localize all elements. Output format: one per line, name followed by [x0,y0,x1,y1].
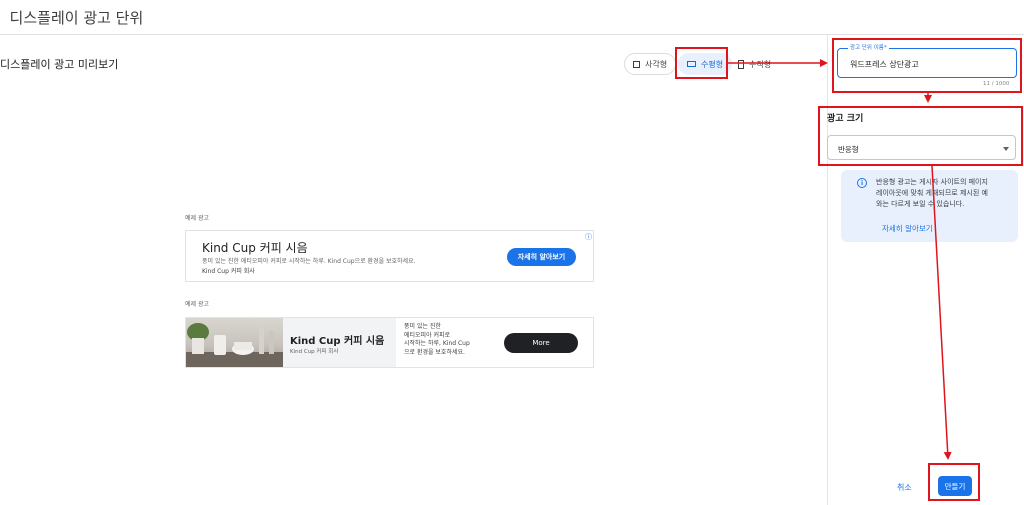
annotation-box-name [832,38,1022,93]
ad2-title: Kind Cup 커피 시음 [290,336,385,347]
ad-caption: 예제 광고 [185,215,209,222]
ad2-body-line: 시작하는 하루, Kind Cup [404,340,470,347]
annotation-box-size [818,106,1023,166]
ad2-body-line: 풍미 있는 진한 [404,323,441,330]
ad-caption-2: 예제 광고 [185,301,209,308]
ad-advertiser: Kind Cup 커피 회사 [202,268,255,275]
square-icon [633,60,640,68]
chip-square[interactable]: 사각형 [624,53,677,75]
ad2-advertiser: Kind Cup 커피 회사 [290,349,339,355]
responsive-info-box: i 반응형 광고는 게시자 사이트의 페이지 레이아웃에 맞춰 게재되므로 제시… [841,170,1018,242]
info-line: 와는 다르게 보일 수 있습니다. [876,200,965,208]
info-line: 레이아웃에 맞춰 게재되므로 제시된 예 [876,189,988,197]
ad2-body-line: 으로 환경을 보호하세요. [404,348,465,356]
annotation-box-create [928,463,980,501]
sidebar-divider [827,34,828,505]
adchoices-icon[interactable]: ⓘ [585,232,592,242]
learn-more-button[interactable]: 자세히 알아보기 [507,248,576,266]
page-title: ▏디스플레이 광고 단위 [0,9,144,27]
chip-vertical[interactable]: 수직형 [732,53,779,75]
preview-title: 디스플레이 광고 미리보기 [0,58,119,71]
ad2-body: 풍미 있는 진한 에티오피아 커피로 시작하는 하루, Kind Cup 으로 … [404,323,470,357]
coffee-photo [186,318,283,367]
info-line: 반응형 광고는 게시자 사이트의 페이지 [876,178,988,186]
example-ad-text: Kind Cup 커피 시음 풍미 있는 진한 에티오피아 커피로 시작하는 하… [185,230,594,282]
example-ad-image: Kind Cup 커피 시음 Kind Cup 커피 회사 풍미 있는 진한 에… [185,317,594,368]
ad-description: 풍미 있는 진한 에티오피아 커피로 시작하는 하루. Kind Cup으로 환… [202,258,416,265]
cancel-button[interactable]: 취소 [897,482,912,493]
ad2-body-line: 에티오피아 커피로 [404,331,451,339]
header-divider [0,34,1024,35]
annotation-box-horizontal [675,47,728,79]
info-message: 반응형 광고는 게시자 사이트의 페이지 레이아웃에 맞춰 게재되므로 제시된 … [876,177,988,210]
more-button[interactable]: More [504,333,578,353]
info-icon: i [857,178,867,188]
ad-title: Kind Cup 커피 시음 [202,241,308,255]
chip-vertical-label: 수직형 [749,59,772,69]
coffee-photo-illustration [186,323,283,367]
vertical-rect-icon [738,59,744,69]
chip-square-label: 사각형 [645,59,668,69]
info-learn-more-link[interactable]: 자세히 알아보기 [882,223,933,234]
ad2-title-panel: Kind Cup 커피 시음 Kind Cup 커피 회사 [283,318,396,367]
